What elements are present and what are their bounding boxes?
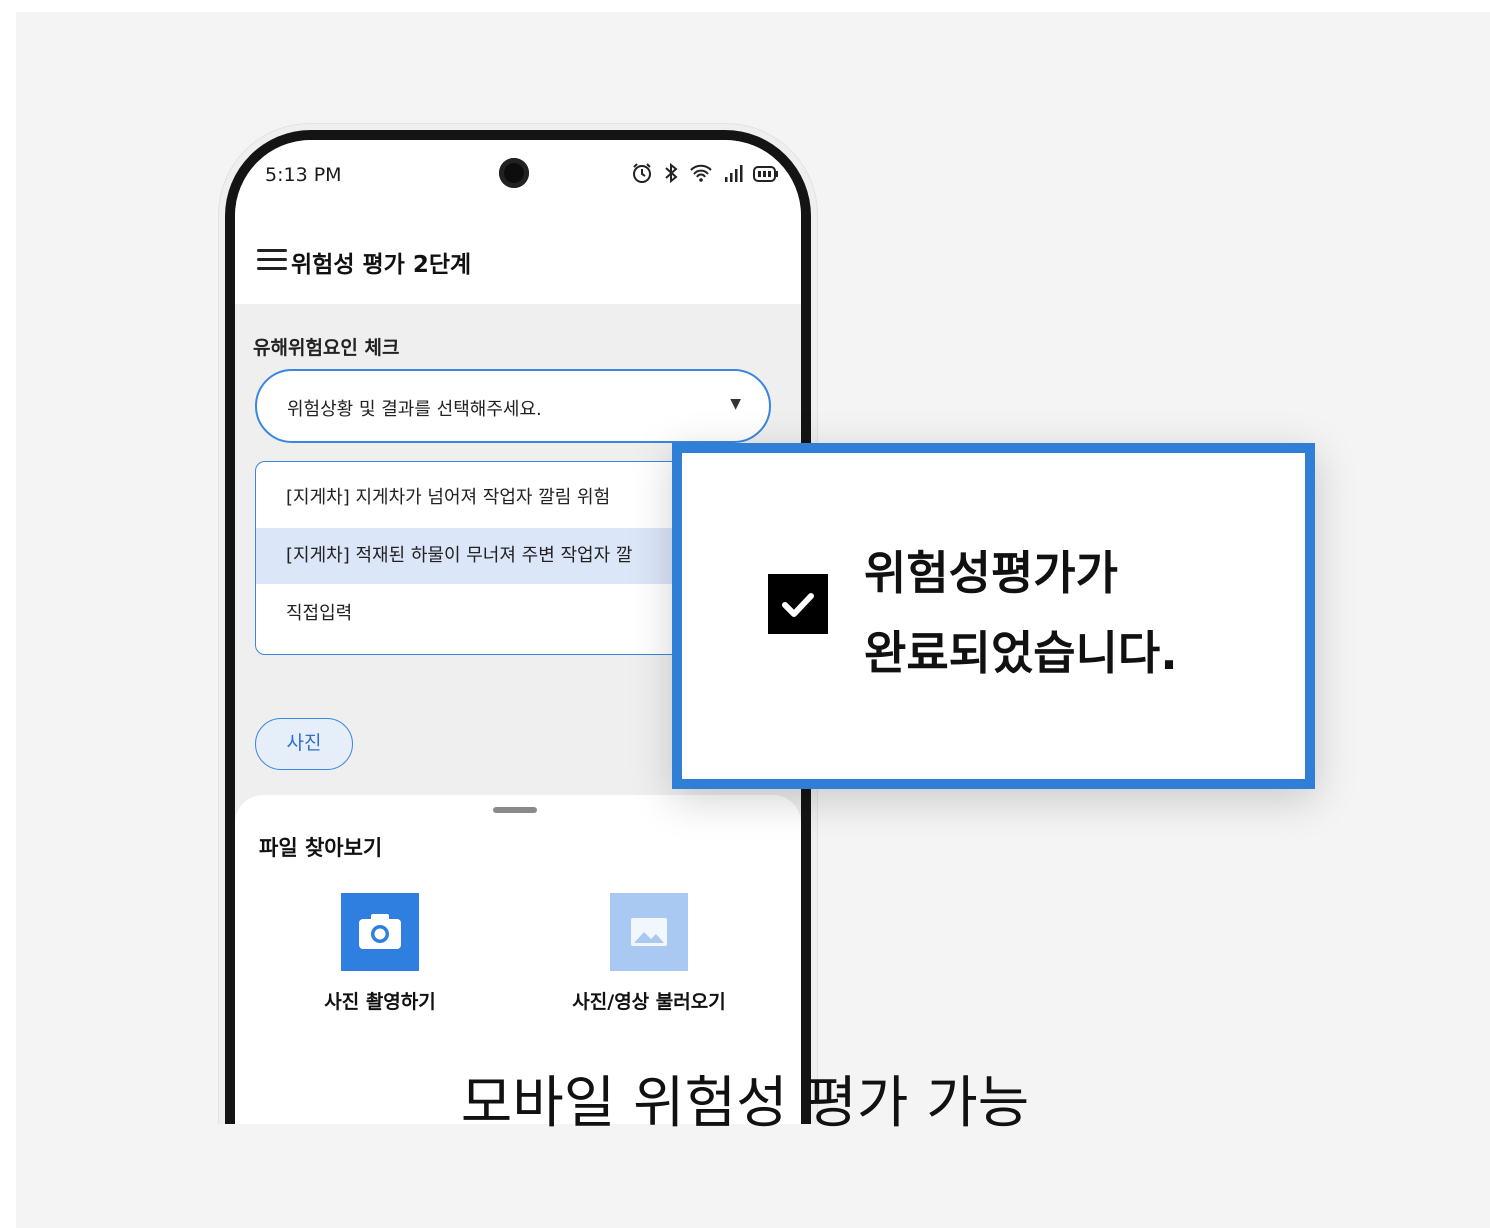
completion-message-line1: 위험성평가가	[864, 546, 1118, 600]
take-photo-label: 사진 촬영하기	[324, 991, 436, 1013]
take-photo-option[interactable]: 사진 촬영하기	[270, 893, 490, 1014]
hazard-select[interactable]: 위험상황 및 결과를 선택해주세요. ▼	[255, 369, 771, 443]
checkbox-checked-icon	[768, 574, 828, 634]
photo-button[interactable]: 사진	[255, 718, 353, 770]
wifi-icon	[689, 163, 713, 188]
sheet-drag-handle[interactable]	[493, 807, 537, 813]
app-header: 위험성 평가 2단계	[235, 220, 801, 304]
page-title: 위험성 평가 2단계	[291, 252, 472, 278]
bluetooth-icon	[663, 162, 679, 189]
caption: 모바일 위험성 평가 가능	[460, 1071, 1030, 1136]
load-media-option[interactable]: 사진/영상 불러오기	[539, 893, 759, 1014]
select-placeholder: 위험상황 및 결과를 선택해주세요.	[287, 399, 542, 420]
dropdown-arrow-icon: ▼	[730, 396, 741, 412]
sheet-title: 파일 찾아보기	[259, 836, 383, 860]
completion-message-line2: 완료되었습니다.	[864, 626, 1178, 680]
status-time: 5:13 PM	[265, 164, 342, 186]
status-bar: 5:13 PM	[235, 140, 801, 220]
battery-icon	[753, 164, 779, 188]
section-label: 유해위험요인 체크	[253, 337, 400, 359]
image-icon	[610, 893, 688, 971]
alarm-icon	[631, 162, 653, 189]
front-camera	[499, 158, 529, 188]
completion-dialog: 위험성평가가 완료되었습니다.	[672, 443, 1315, 789]
status-icons	[631, 162, 779, 189]
signal-icon	[723, 164, 743, 188]
camera-icon	[341, 893, 419, 971]
completion-message: 위험성평가가 완료되었습니다.	[864, 533, 1178, 693]
hamburger-menu-icon[interactable]	[257, 249, 287, 273]
load-media-label: 사진/영상 불러오기	[572, 991, 726, 1013]
